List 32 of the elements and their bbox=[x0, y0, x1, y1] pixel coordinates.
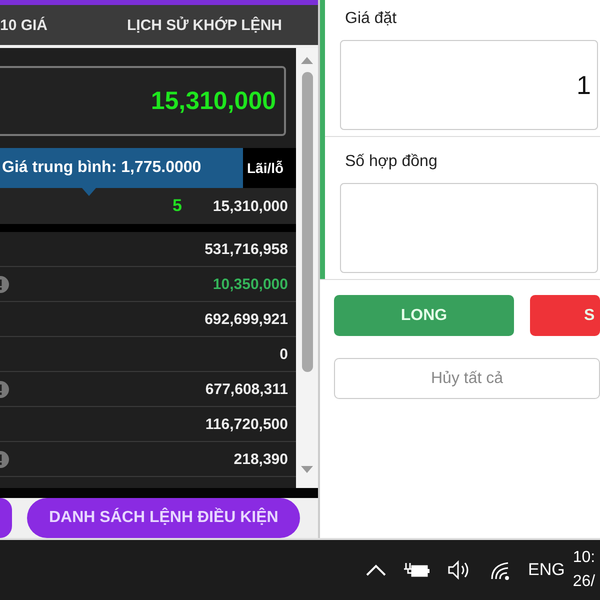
tab[interactable]: LỊCH SỬ KHỚP LỆNH bbox=[127, 16, 282, 34]
row-value: 218,390 bbox=[234, 450, 288, 468]
chevron-up-icon[interactable] bbox=[366, 564, 386, 576]
row-value: 692,699,921 bbox=[204, 310, 288, 328]
conditional-orders-button[interactable]: DANH SÁCH LỆNH ĐIỀU KIỆN bbox=[27, 498, 300, 538]
cancel-all-button[interactable]: Hủy tất cả bbox=[334, 358, 600, 399]
scrollbar[interactable] bbox=[296, 48, 318, 488]
quantity-value: 5 bbox=[172, 196, 182, 216]
scroll-down-icon[interactable] bbox=[301, 466, 313, 474]
row-value: 0 bbox=[280, 346, 288, 362]
price-label: Giá đặt bbox=[345, 10, 398, 28]
clock-date: 26/ bbox=[572, 572, 596, 592]
wifi-icon[interactable] bbox=[490, 560, 512, 580]
scroll-up-icon[interactable] bbox=[301, 56, 313, 64]
price-input[interactable]: 1 bbox=[340, 40, 598, 130]
contracts-input[interactable] bbox=[340, 183, 598, 273]
total-value: 15,310,000 bbox=[0, 66, 286, 136]
short-button[interactable]: S bbox=[530, 295, 600, 336]
clock-time: 10: bbox=[572, 548, 596, 568]
scroll-thumb[interactable] bbox=[302, 72, 312, 372]
tab[interactable]: 10 GIÁ bbox=[0, 16, 48, 34]
pill-button[interactable] bbox=[0, 498, 12, 538]
column-header: Lãi/lỗ bbox=[247, 160, 284, 176]
row-value: 116,720,500 bbox=[205, 416, 288, 432]
row-value: 10,350,000 bbox=[212, 276, 288, 292]
language-indicator[interactable]: ENG bbox=[528, 560, 565, 580]
tooltip-pointer bbox=[82, 188, 96, 196]
row-value: 531,716,958 bbox=[204, 240, 288, 258]
value-text: 15,310,000 bbox=[212, 198, 288, 214]
row-value: 677,608,311 bbox=[205, 380, 288, 398]
contracts-label: Số hợp đồng bbox=[345, 153, 438, 171]
battery-icon[interactable] bbox=[404, 561, 430, 579]
